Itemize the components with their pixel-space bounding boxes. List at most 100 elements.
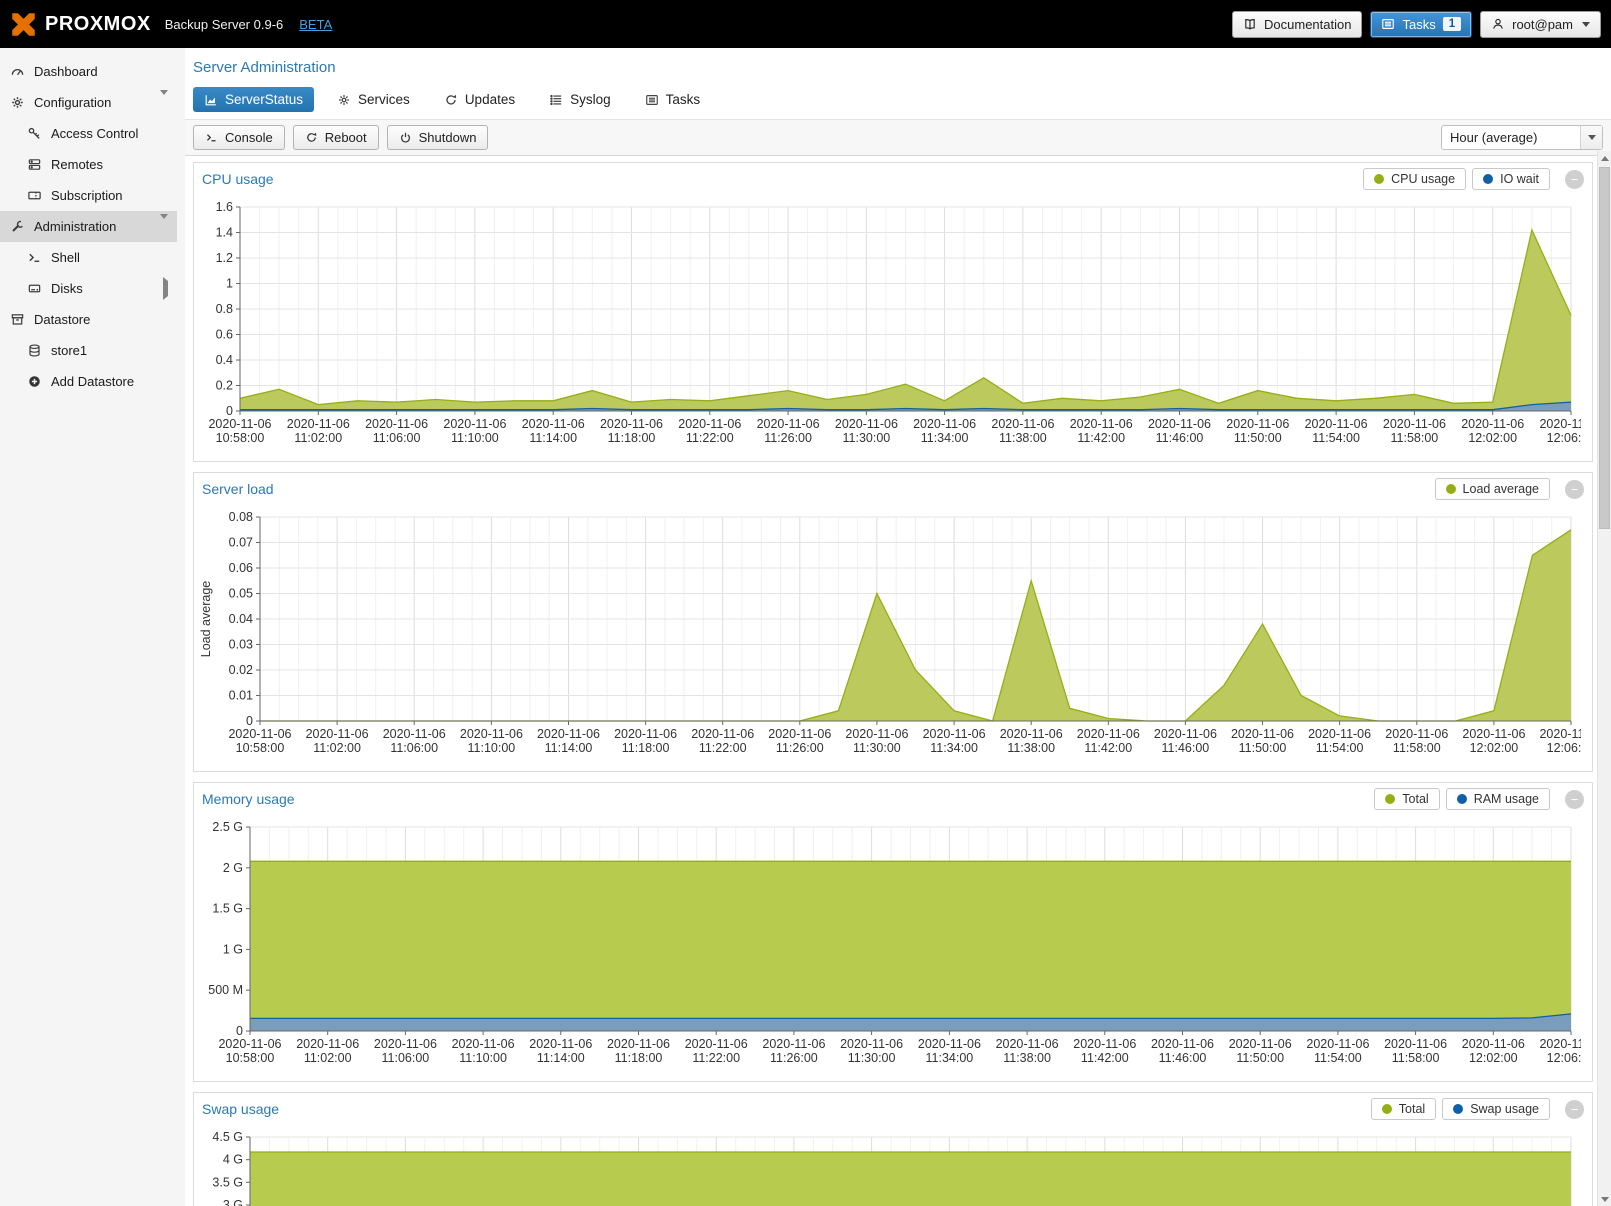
- legend-item-io-wait[interactable]: IO wait: [1472, 168, 1550, 190]
- timeframe-select[interactable]: Hour (average): [1441, 125, 1603, 150]
- sidebar-item-shell[interactable]: Shell: [0, 242, 177, 273]
- collapse-panel-button[interactable]: [1565, 170, 1584, 189]
- svg-text:2020-11-06: 2020-11-06: [1231, 727, 1294, 741]
- reboot-button[interactable]: Reboot: [293, 125, 379, 150]
- sidebar-item-label: store1: [51, 343, 87, 358]
- svg-text:1.2: 1.2: [216, 251, 233, 265]
- scroll-down-button[interactable]: [1598, 1192, 1611, 1206]
- sidebar-item-store1[interactable]: store1: [0, 335, 177, 366]
- plus-circle-icon: [27, 374, 42, 389]
- user-label: root@pam: [1512, 17, 1573, 32]
- legend: Total RAM usage: [1374, 788, 1584, 810]
- legend-item-cpu-usage[interactable]: CPU usage: [1363, 168, 1466, 190]
- scroll-up-button[interactable]: [1598, 151, 1611, 165]
- gears-icon: [337, 93, 351, 107]
- combo-trigger[interactable]: [1580, 126, 1602, 149]
- toolbar: Console Reboot Shutdown: [185, 119, 1611, 156]
- hdd-icon: [27, 281, 42, 296]
- sidebar-item-remotes[interactable]: Remotes: [0, 149, 177, 180]
- chevron-down-icon[interactable]: [160, 95, 168, 110]
- sidebar-item-label: Configuration: [34, 95, 111, 110]
- svg-text:2020-11-06: 2020-11-06: [762, 1037, 825, 1051]
- tab-label: Tasks: [666, 92, 701, 107]
- svg-text:2020-11-06: 2020-11-06: [1000, 727, 1063, 741]
- tab-updates[interactable]: Updates: [433, 87, 526, 112]
- svg-text:2020-11-06: 2020-11-06: [529, 1037, 592, 1051]
- svg-text:11:42:00: 11:42:00: [1077, 431, 1125, 445]
- tab-services[interactable]: Services: [326, 87, 421, 112]
- svg-text:11:54:00: 11:54:00: [1316, 741, 1364, 755]
- panel-header: Swap usage Total Swap usage: [194, 1093, 1592, 1125]
- legend-dot: [1382, 1104, 1392, 1114]
- timeframe-value: Hour (average): [1442, 130, 1580, 145]
- legend-item-load-average[interactable]: Load average: [1435, 478, 1550, 500]
- svg-text:0.05: 0.05: [229, 587, 253, 601]
- svg-text:2020-11-06: 2020-11-06: [306, 727, 369, 741]
- svg-text:11:26:00: 11:26:00: [776, 741, 824, 755]
- legend-dot: [1453, 1104, 1463, 1114]
- legend-item-total[interactable]: Total: [1371, 1098, 1436, 1120]
- sidebar-item-label: Dashboard: [34, 64, 98, 79]
- legend-item-total[interactable]: Total: [1374, 788, 1439, 810]
- sidebar-item-disks[interactable]: Disks: [0, 273, 177, 304]
- svg-text:2020-11-06: 2020-11-06: [522, 417, 585, 431]
- main-content: Server Administration ServerStatus: [185, 48, 1611, 1206]
- sidebar-item-access-control[interactable]: Access Control: [0, 118, 177, 149]
- console-button[interactable]: Console: [193, 125, 285, 150]
- legend-dot: [1385, 794, 1395, 804]
- collapse-panel-button[interactable]: [1565, 480, 1584, 499]
- svg-text:2020-11-06: 2020-11-06: [768, 727, 831, 741]
- svg-text:11:06:00: 11:06:00: [382, 1051, 430, 1065]
- svg-text:12:02:00: 12:02:00: [1468, 431, 1517, 445]
- beta-link[interactable]: BETA: [299, 17, 332, 32]
- tab-tasks[interactable]: Tasks: [634, 87, 712, 112]
- user-menu-button[interactable]: root@pam: [1480, 11, 1601, 38]
- svg-text:11:18:00: 11:18:00: [622, 741, 670, 755]
- svg-text:11:38:00: 11:38:00: [1007, 741, 1055, 755]
- user-icon: [1491, 17, 1505, 31]
- svg-text:11:34:00: 11:34:00: [921, 431, 969, 445]
- panel-title: CPU usage: [202, 171, 274, 187]
- sidebar-item-datastore[interactable]: Datastore: [0, 304, 177, 335]
- ticket-icon: [27, 188, 42, 203]
- chevron-down-icon[interactable]: [160, 219, 168, 234]
- svg-text:0.6: 0.6: [216, 328, 233, 342]
- archive-box-icon: [10, 312, 25, 327]
- tab-serverstatus[interactable]: ServerStatus: [193, 87, 314, 112]
- svg-text:11:22:00: 11:22:00: [699, 741, 747, 755]
- svg-text:4 G: 4 G: [223, 1153, 243, 1167]
- cpu-usage-panel: CPU usage CPU usage IO wait 00.20.40.6: [193, 162, 1593, 462]
- svg-text:2020-11-06: 2020-11-06: [1539, 417, 1581, 431]
- svg-text:2020-11-06: 2020-11-06: [218, 1037, 281, 1051]
- collapse-panel-button[interactable]: [1565, 1100, 1584, 1119]
- product-version: Backup Server 0.9-6: [165, 17, 284, 32]
- scrollbar-thumb[interactable]: [1599, 167, 1610, 529]
- sidebar-item-dashboard[interactable]: Dashboard: [0, 56, 177, 87]
- tasks-button[interactable]: Tasks 1: [1370, 11, 1472, 38]
- svg-text:12:06:00: 12:06:00: [1547, 431, 1581, 445]
- panel-title: Memory usage: [202, 791, 295, 807]
- legend-label: CPU usage: [1391, 172, 1455, 186]
- svg-text:0.04: 0.04: [229, 612, 253, 626]
- shutdown-button[interactable]: Shutdown: [387, 125, 489, 150]
- legend-item-swap-usage[interactable]: Swap usage: [1442, 1098, 1550, 1120]
- svg-text:11:34:00: 11:34:00: [926, 1051, 974, 1065]
- swap-usage-chart: 0500 M1 G1.5 G2 G2.5 G3 G3.5 G4 G4.5 G: [194, 1125, 1592, 1206]
- svg-text:2020-11-06: 2020-11-06: [443, 417, 506, 431]
- documentation-button[interactable]: Documentation: [1232, 11, 1362, 38]
- svg-text:11:14:00: 11:14:00: [545, 741, 593, 755]
- sidebar-item-subscription[interactable]: Subscription: [0, 180, 177, 211]
- sidebar-item-configuration[interactable]: Configuration: [0, 87, 177, 118]
- sidebar-item-administration[interactable]: Administration: [0, 211, 177, 242]
- legend-label: Total: [1402, 792, 1428, 806]
- sidebar-item-add-datastore[interactable]: Add Datastore: [0, 366, 177, 397]
- tab-syslog[interactable]: Syslog: [538, 87, 622, 112]
- svg-text:11:38:00: 11:38:00: [1003, 1051, 1051, 1065]
- svg-text:2020-11-06: 2020-11-06: [1539, 1037, 1581, 1051]
- collapse-panel-button[interactable]: [1565, 790, 1584, 809]
- chevron-right-icon[interactable]: [163, 281, 168, 296]
- svg-text:2020-11-06: 2020-11-06: [365, 417, 428, 431]
- svg-text:11:50:00: 11:50:00: [1234, 431, 1282, 445]
- legend-item-ram-usage[interactable]: RAM usage: [1446, 788, 1550, 810]
- svg-text:2020-11-06: 2020-11-06: [1539, 727, 1581, 741]
